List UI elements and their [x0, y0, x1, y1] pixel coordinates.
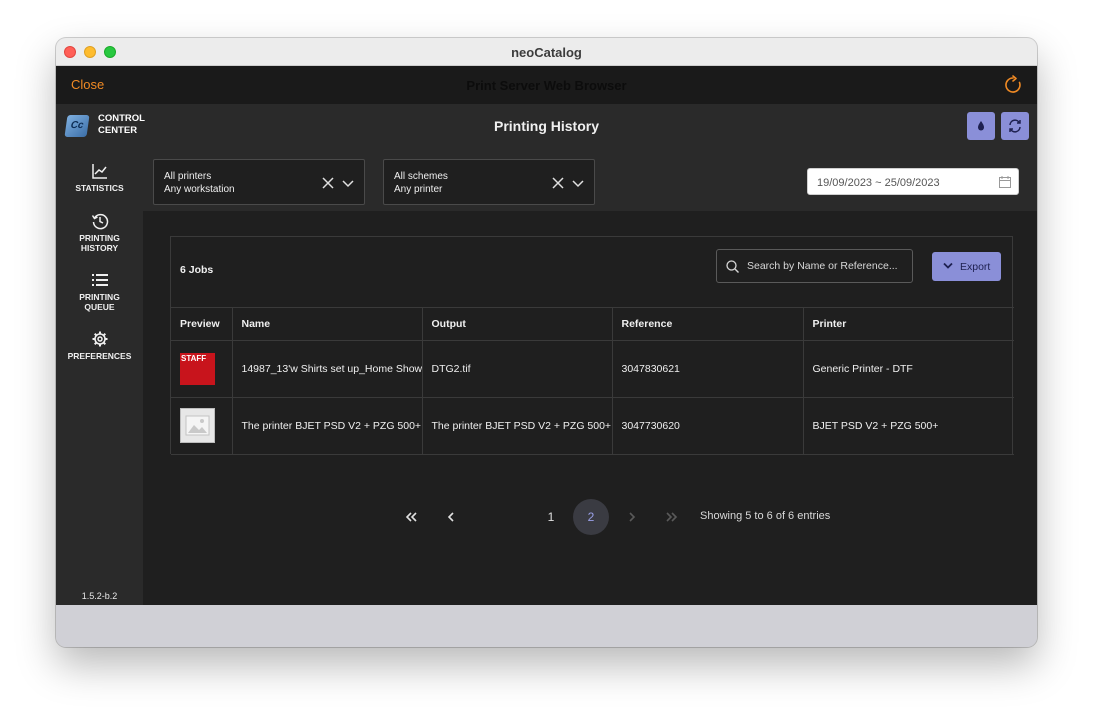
printer-filter-line1: All printers [164, 171, 212, 182]
window-title: neoCatalog [511, 45, 582, 60]
clear-printer-filter-icon[interactable] [321, 176, 335, 190]
preview-cell [171, 397, 233, 455]
chevron-right-icon [629, 512, 636, 522]
table-row[interactable]: STAFF 14987_13'w Shirts set up_Home Show… [171, 340, 1014, 398]
job-printer: Generic Printer - DTF [803, 340, 1014, 398]
chevron-down-icon [943, 262, 953, 269]
clear-scheme-filter-icon[interactable] [551, 176, 565, 190]
jobs-count: 6 Jobs [180, 264, 214, 276]
window-titlebar: neoCatalog [56, 38, 1037, 66]
image-icon [185, 415, 210, 436]
history-icon [91, 213, 108, 230]
scheme-filter-line1: All schemes [394, 171, 448, 182]
nav-preferences-label: PREFERENCES [67, 351, 132, 361]
date-range-value: 19/09/2023 ~ 25/09/2023 [817, 177, 940, 189]
filter-bar: All printers Any workstation All schemes… [143, 146, 1037, 211]
prev-page-button[interactable] [433, 499, 469, 535]
jobs-table: Preview Name Output Reference Printer ST… [171, 308, 1014, 455]
nav-preferences[interactable]: PREFERENCES [56, 330, 143, 362]
sidebar: STATISTICS PRINTING HISTORY PRINTING QUE… [56, 146, 143, 605]
export-button[interactable]: Export [932, 252, 1001, 281]
printer-filter-line2: Any workstation [164, 184, 235, 195]
app-header: Cc CONTROL CENTER Printing History [56, 104, 1037, 146]
double-chevron-right-icon [666, 512, 678, 522]
main-content: All printers Any workstation All schemes… [143, 146, 1037, 605]
chevron-down-icon[interactable] [341, 176, 355, 190]
last-page-button[interactable] [654, 499, 690, 535]
calendar-icon[interactable] [999, 176, 1011, 188]
job-printer: BJET PSD V2 + PZG 500+ [803, 397, 1014, 455]
job-name: 14987_13'w Shirts set up_Home Show [232, 340, 423, 398]
ink-button[interactable] [967, 112, 995, 140]
jobs-panel: 6 Jobs Export [170, 236, 1014, 455]
job-thumbnail-image[interactable]: STAFF [180, 352, 215, 385]
nav-queue-label-2: QUEUE [84, 301, 115, 312]
app-window: neoCatalog Close Print Server Web Browse… [56, 38, 1037, 647]
nav-printing-history[interactable]: PRINTING HISTORY [56, 212, 143, 253]
job-reference: 3047830621 [612, 340, 804, 398]
double-chevron-left-icon [405, 512, 417, 522]
scheme-filter-select[interactable]: All schemes Any printer [383, 159, 595, 205]
nav-printing-queue[interactable]: PRINTING QUEUE [56, 271, 143, 312]
app-version: 1.5.2-b.2 [81, 591, 118, 601]
page-1-button[interactable]: 1 [533, 499, 569, 535]
page-2-button[interactable]: 2 [573, 499, 609, 535]
search-input[interactable] [747, 258, 907, 274]
search-icon [726, 260, 739, 273]
next-page-button[interactable] [614, 499, 650, 535]
top-bar: Close Print Server Web Browser [56, 66, 1037, 104]
column-header-reference[interactable]: Reference [612, 308, 804, 341]
scheme-filter-line2: Any printer [394, 184, 443, 195]
chevron-down-icon[interactable] [571, 176, 585, 190]
placeholder-image-icon[interactable] [180, 408, 215, 443]
reload-icon[interactable] [1003, 75, 1023, 95]
topbar-title: Print Server Web Browser [466, 78, 627, 93]
column-header-output[interactable]: Output [422, 308, 613, 341]
nav-statistics[interactable]: STATISTICS [56, 162, 143, 194]
job-output: The printer BJET PSD V2 + PZG 500+ [422, 397, 613, 455]
preview-cell: STAFF [171, 340, 233, 398]
pagination-summary: Showing 5 to 6 of 6 entries [700, 510, 831, 522]
search-box[interactable] [716, 249, 913, 283]
chevron-left-icon [447, 512, 454, 522]
list-icon [91, 274, 108, 286]
window-bottom-area [56, 605, 1037, 647]
chart-icon [91, 164, 107, 179]
table-header-row: Preview Name Output Reference Printer [171, 308, 1014, 341]
thumbnail-text: STAFF [181, 353, 207, 363]
sync-button[interactable] [1001, 112, 1029, 140]
table-row[interactable]: The printer BJET PSD V2 + PZG 500+ The p… [171, 397, 1014, 455]
printer-filter-select[interactable]: All printers Any workstation [153, 159, 365, 205]
page-title: Printing History [493, 118, 599, 134]
export-label: Export [960, 261, 991, 273]
jobs-panel-header: 6 Jobs Export [171, 237, 1014, 308]
first-page-button[interactable] [393, 499, 429, 535]
gear-icon [92, 331, 107, 347]
job-output: DTG2.tif [422, 340, 613, 398]
ink-drop-icon [978, 121, 984, 131]
sync-icon [1009, 119, 1021, 133]
date-range-picker[interactable]: 19/09/2023 ~ 25/09/2023 [807, 168, 1019, 195]
column-header-preview[interactable]: Preview [171, 308, 233, 341]
column-header-printer[interactable]: Printer [803, 308, 1014, 341]
job-reference: 3047730620 [612, 397, 804, 455]
column-header-name[interactable]: Name [232, 308, 423, 341]
job-name: The printer BJET PSD V2 + PZG 500+ [232, 397, 423, 455]
nav-history-label-2: HISTORY [80, 242, 119, 253]
nav-statistics-label: STATISTICS [75, 183, 124, 193]
